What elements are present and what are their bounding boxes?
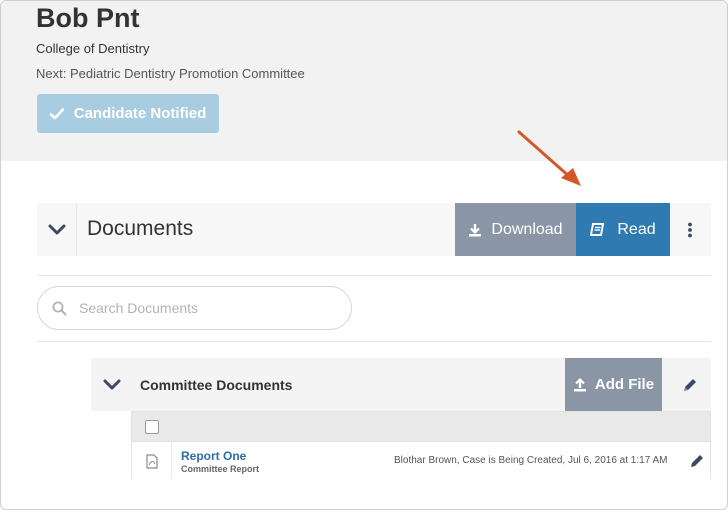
edit-committee-button[interactable]	[679, 358, 701, 411]
add-file-label: Add File	[594, 376, 655, 393]
committee-collapse-toggle[interactable]	[101, 358, 123, 411]
chevron-down-icon	[103, 379, 121, 389]
candidate-name: Bob Pnt	[36, 3, 140, 33]
pencil-icon	[684, 378, 696, 391]
file-meta: Blothar Brown, Case is Being Created, Ju…	[394, 455, 668, 466]
candidate-notified-label: Candidate Notified	[73, 105, 207, 122]
download-button[interactable]: Download	[455, 203, 576, 256]
divider	[37, 275, 711, 276]
divider	[37, 341, 711, 342]
more-vertical-icon	[688, 222, 692, 237]
documents-collapse-toggle[interactable]	[37, 203, 77, 256]
more-options-button[interactable]	[677, 203, 703, 256]
search-icon	[52, 301, 67, 315]
annotation-arrow-icon	[517, 130, 581, 186]
add-file-button[interactable]: Add File	[565, 358, 662, 411]
pencil-icon	[691, 455, 703, 467]
edit-file-button[interactable]	[689, 453, 705, 474]
download-icon	[469, 223, 482, 236]
next-step-label: Next: Pediatric Dentistry Promotion Comm…	[36, 66, 305, 81]
upload-icon	[573, 377, 586, 391]
file-subtitle: Committee Report	[181, 464, 260, 474]
documents-bar: Documents Download Read	[37, 203, 711, 256]
download-label: Download	[491, 220, 563, 238]
table-header	[132, 412, 710, 442]
read-button[interactable]: Read	[576, 203, 670, 256]
book-icon	[590, 222, 605, 236]
candidate-header: Bob Pnt College of Dentistry Next: Pedia…	[1, 1, 727, 161]
select-all-checkbox[interactable]	[145, 420, 159, 434]
chevron-down-icon	[48, 224, 65, 234]
committee-documents-bar: Committee Documents Add File	[91, 358, 711, 411]
search-placeholder: Search Documents	[79, 300, 199, 316]
file-title-link[interactable]: Report One	[181, 449, 246, 463]
candidate-notified-button[interactable]: Candidate Notified	[37, 94, 219, 133]
app-window: Bob Pnt College of Dentistry Next: Pedia…	[0, 0, 728, 510]
read-label: Read	[617, 220, 656, 238]
search-documents-input[interactable]: Search Documents	[37, 286, 352, 330]
committee-documents-table: Report One Committee Report Blothar Brow…	[131, 411, 711, 479]
documents-title: Documents	[87, 217, 194, 240]
pdf-file-icon	[132, 443, 172, 479]
check-icon	[49, 107, 64, 119]
table-row[interactable]: Report One Committee Report Blothar Brow…	[132, 443, 710, 479]
committee-documents-title: Committee Documents	[140, 377, 293, 393]
college-label: College of Dentistry	[36, 41, 150, 56]
